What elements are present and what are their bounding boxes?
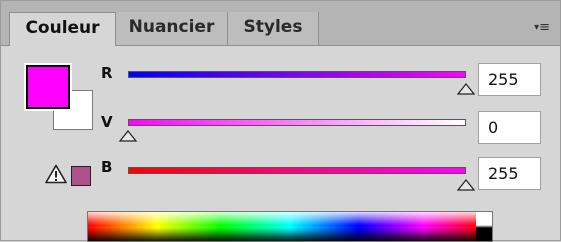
foreground-color-swatch[interactable]	[26, 65, 70, 109]
slider-r-track[interactable]	[128, 71, 466, 78]
channel-b-input[interactable]: 255	[478, 157, 541, 190]
channel-label-r: R	[101, 64, 113, 82]
slider-r-thumb[interactable]	[457, 83, 475, 95]
slider-v-thumb[interactable]	[119, 130, 137, 142]
channel-label-b: B	[101, 158, 113, 176]
channel-r-input[interactable]: 255	[478, 63, 541, 96]
tab-couleur[interactable]: Couleur	[9, 12, 116, 46]
color-spectrum-ramp[interactable]	[87, 211, 493, 242]
channel-label-v: V	[101, 113, 113, 131]
slider-b-thumb[interactable]	[457, 179, 475, 191]
gamut-color-swatch[interactable]	[71, 166, 91, 186]
spectrum-black-white[interactable]	[476, 212, 492, 241]
tab-bar: Couleur Nuancier Styles ▾≡	[1, 1, 560, 46]
slider-b-track[interactable]	[128, 167, 466, 174]
slider-v-track[interactable]	[128, 119, 466, 126]
tab-nuancier[interactable]: Nuancier	[116, 12, 228, 45]
tab-styles[interactable]: Styles	[228, 12, 319, 45]
gamut-warning-icon[interactable]	[45, 164, 67, 184]
color-panel: Couleur Nuancier Styles ▾≡ R 255 V 0 B 2…	[0, 0, 561, 242]
channel-v-input[interactable]: 0	[478, 111, 541, 144]
panel-menu-icon[interactable]: ▾≡	[526, 19, 550, 37]
spectrum-shade	[88, 212, 492, 241]
